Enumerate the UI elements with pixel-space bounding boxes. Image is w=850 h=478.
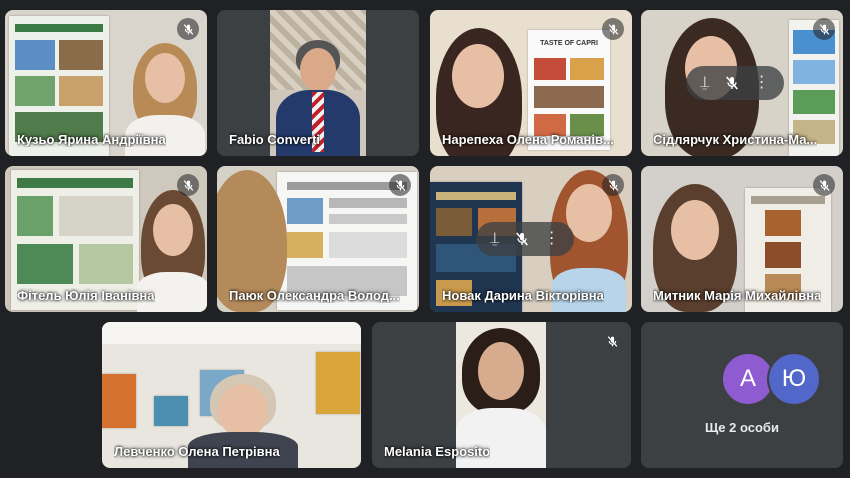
participant-tile[interactable]: TASTE OF CAPRI Нарепеха Олена Романів... <box>430 10 632 156</box>
participant-name: Кузьо Ярина Андріївна <box>17 132 166 147</box>
mic-off-icon <box>813 174 835 196</box>
participant-name: Митник Марія Михайлівна <box>653 288 822 303</box>
pin-icon[interactable]: ⍊ <box>490 222 500 256</box>
participant-tile[interactable]: Melania Esposito <box>372 322 631 468</box>
pin-icon[interactable]: ⍊ <box>700 66 710 100</box>
participant-tile[interactable]: Fabio Converti <box>217 10 419 156</box>
participant-name: Фітель Юлія Іванівна <box>17 288 155 303</box>
participant-tile[interactable]: Митник Марія Михайлівна <box>641 166 843 312</box>
avatar: Ю <box>767 352 821 406</box>
participant-name: Паюк Олександра Волод... <box>229 288 400 303</box>
tile-hover-controls: ⍊ ⋮ <box>686 66 784 100</box>
mic-off-icon <box>813 18 835 40</box>
tile-hover-controls: ⍊ ⋮ <box>476 222 574 256</box>
more-vert-icon[interactable]: ⋮ <box>544 222 560 256</box>
participant-name: Левченко Олена Петрівна <box>114 444 280 459</box>
mic-off-icon <box>389 174 411 196</box>
others-count-label: Ще 2 особи <box>705 420 779 435</box>
others-avatars: А Ю <box>721 352 821 408</box>
more-vert-icon[interactable]: ⋮ <box>754 66 770 100</box>
mic-off-icon <box>177 174 199 196</box>
painting <box>102 374 136 428</box>
participant-name: Fabio Converti <box>229 132 321 147</box>
participant-tile[interactable]: ⍊ ⋮ Новак Дарина Вікторівна <box>430 166 632 312</box>
participant-tile[interactable]: Левченко Олена Петрівна <box>102 322 361 468</box>
participant-name: Сідлярчук Христина-Ма... <box>653 132 818 147</box>
others-tile[interactable]: А Ю Ще 2 особи <box>641 322 843 468</box>
painting <box>154 396 188 426</box>
painting <box>316 352 360 414</box>
poster-title: TASTE OF CAPRI <box>540 40 598 47</box>
participant-name: Новак Дарина Вікторівна <box>442 288 604 303</box>
participant-name: Нарепеха Олена Романів... <box>442 132 614 147</box>
participant-tile[interactable]: Кузьо Ярина Андріївна <box>5 10 207 156</box>
mic-off-icon <box>177 18 199 40</box>
mic-off-icon <box>601 330 623 352</box>
mic-off-icon[interactable] <box>724 66 740 100</box>
mic-off-icon <box>602 18 624 40</box>
participant-tile[interactable]: Фітель Юлія Іванівна <box>5 166 207 312</box>
participant-name: Melania Esposito <box>384 444 491 459</box>
participant-tile[interactable]: Паюк Олександра Волод... <box>217 166 419 312</box>
mic-off-icon[interactable] <box>514 222 530 256</box>
mic-off-icon <box>602 174 624 196</box>
participant-tile[interactable]: ⍊ ⋮ Сідлярчук Христина-Ма... <box>641 10 843 156</box>
